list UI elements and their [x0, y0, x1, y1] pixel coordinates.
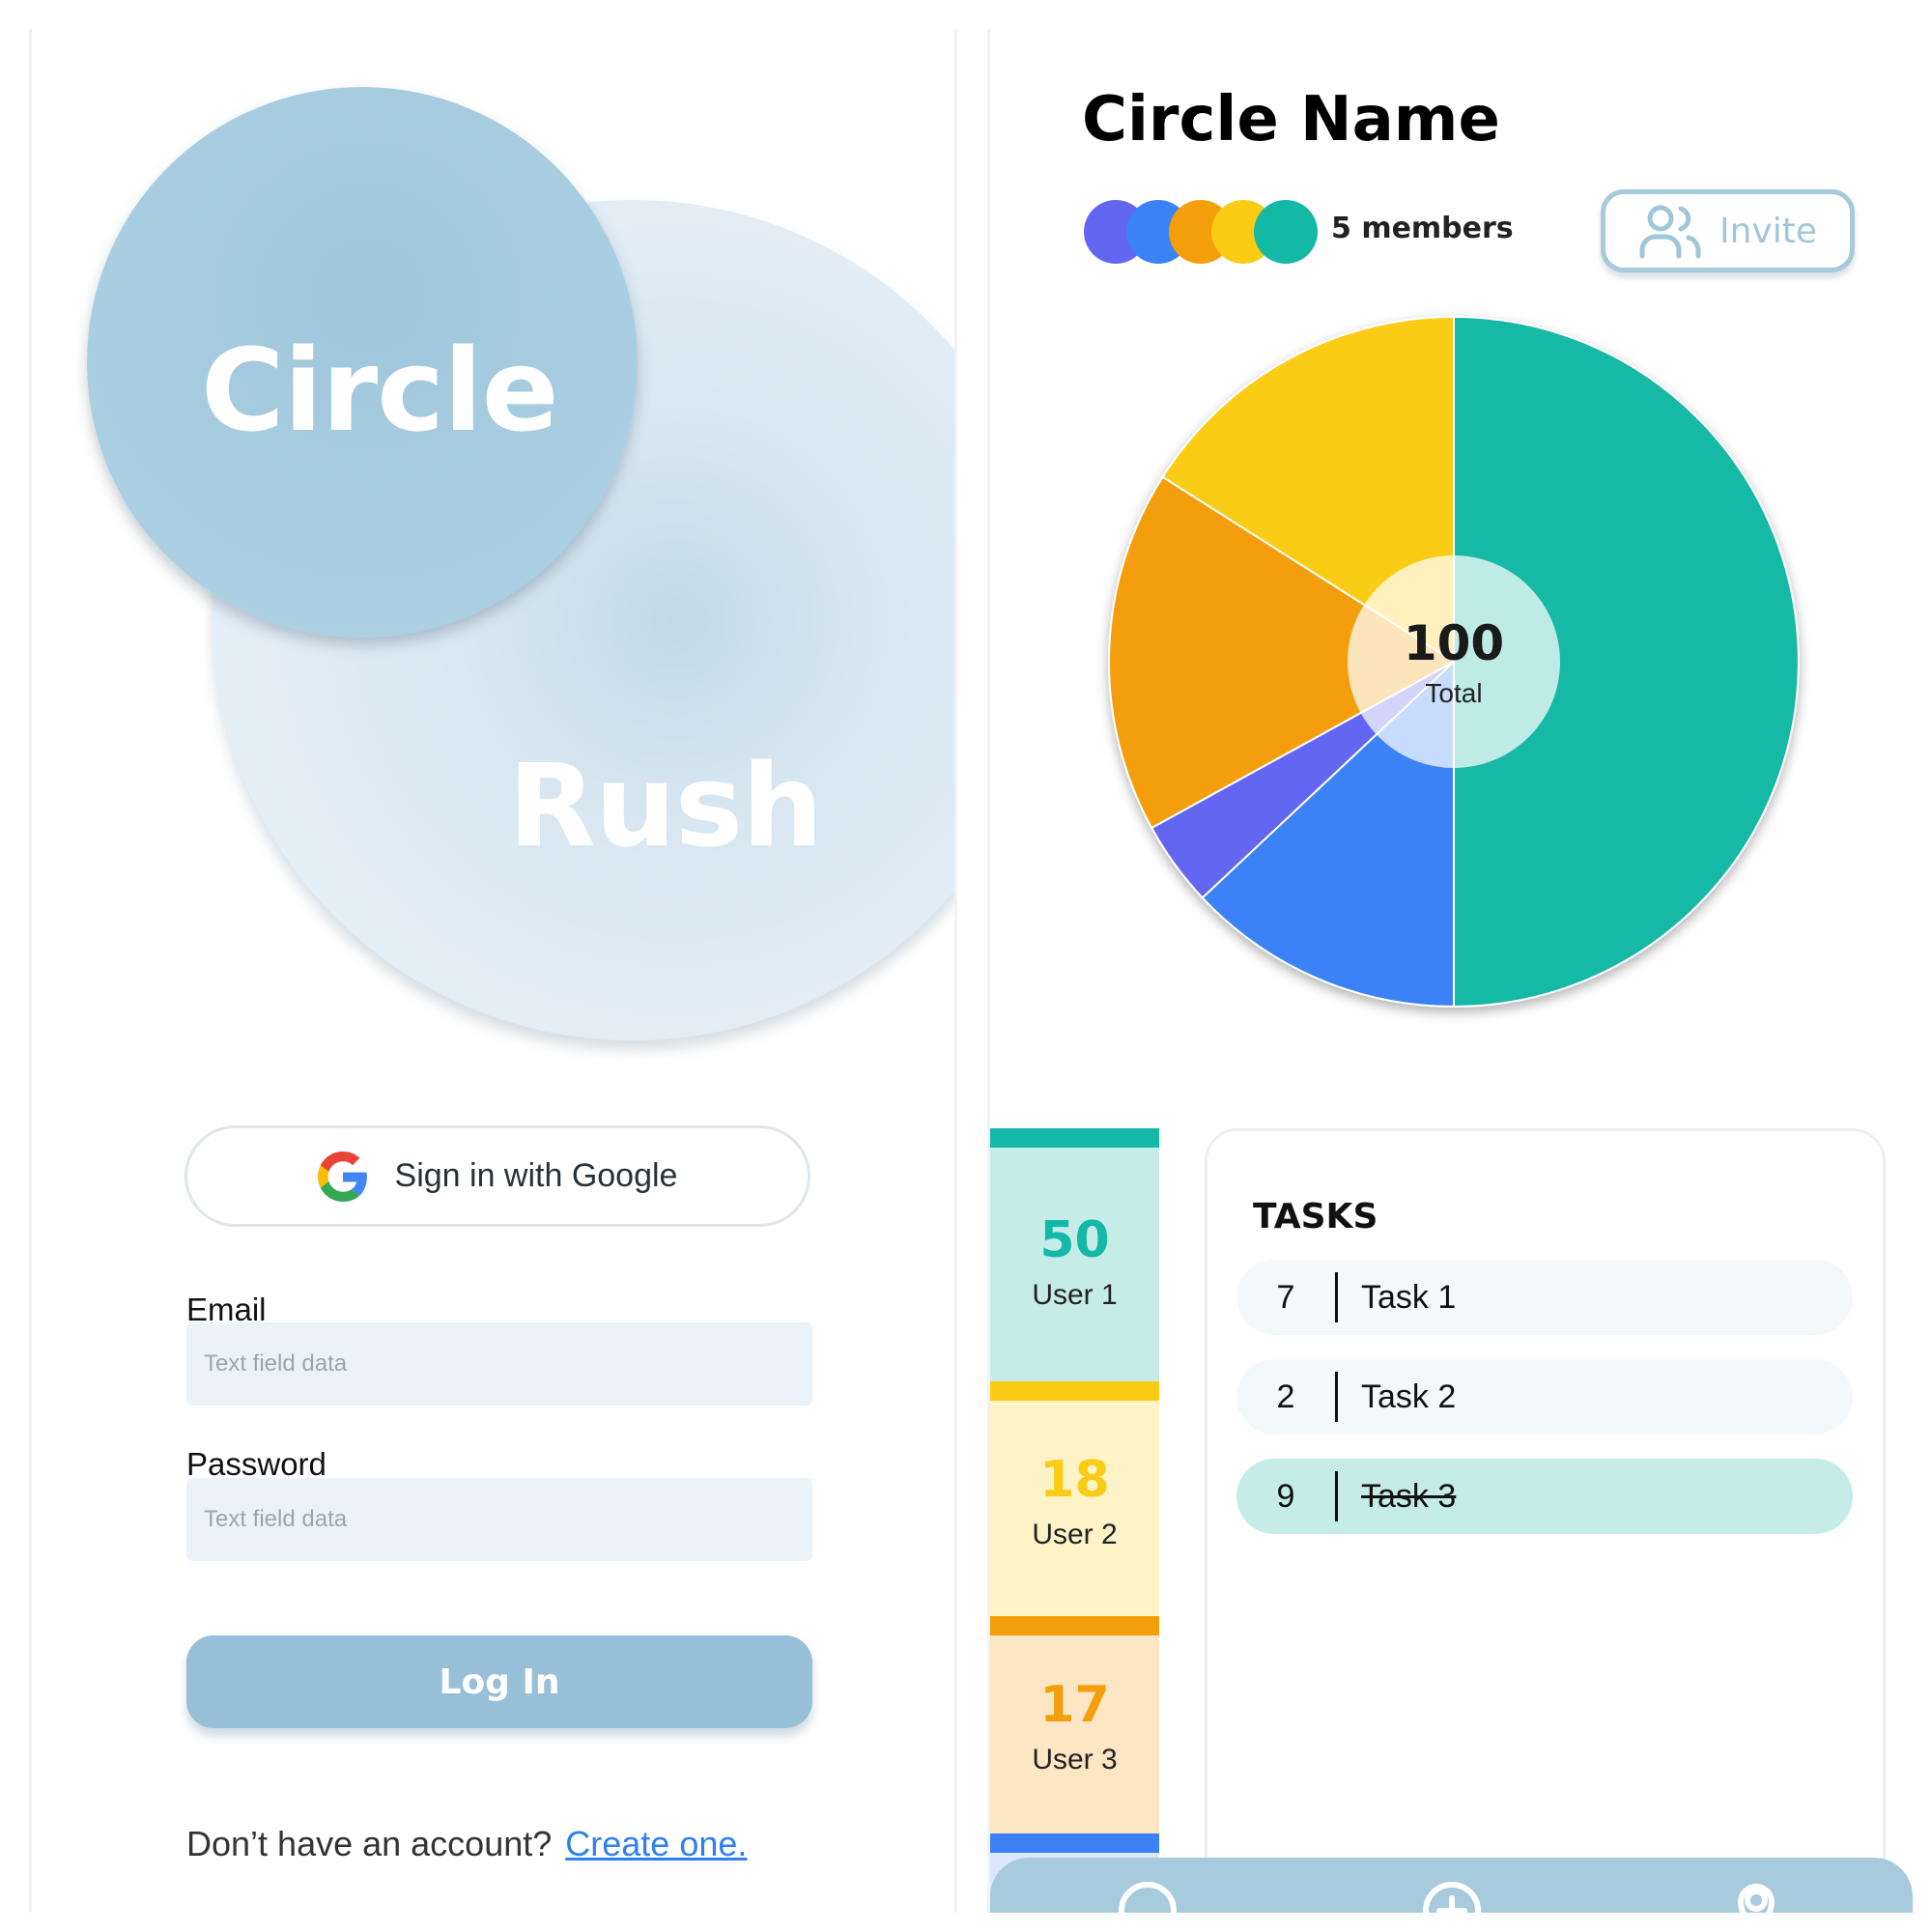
user-color-bar: [990, 1381, 1159, 1401]
logo-text-rush: Rush: [508, 739, 823, 872]
tasks-card: TASKS 7 Task 1 2 Task 2 9 Task 3: [1205, 1128, 1886, 1913]
pie-total-value: 100: [1404, 615, 1504, 671]
task-points: 2: [1276, 1378, 1295, 1415]
task-row[interactable]: 2 Task 2: [1236, 1359, 1853, 1435]
invite-label: Invite: [1719, 211, 1817, 251]
login-screen: Circle Rush Sign in with Google Email Te…: [29, 29, 957, 1913]
password-field[interactable]: Text field data: [186, 1478, 812, 1561]
google-icon: [317, 1151, 367, 1202]
points-pie-chart: 100 Total: [1108, 315, 1800, 1009]
user-score-card[interactable]: 17 User 3: [990, 1616, 1159, 1833]
login-button[interactable]: Log In: [186, 1635, 812, 1728]
user-score: 50: [1039, 1211, 1110, 1269]
user-score: 17: [1039, 1676, 1110, 1734]
user-name: User 2: [1032, 1519, 1118, 1550]
task-divider: [1335, 1372, 1338, 1422]
bottom-navigation: [990, 1858, 1913, 1913]
user-name: User 1: [1032, 1279, 1118, 1311]
signup-prompt: Don’t have an account? Create one.: [186, 1824, 747, 1864]
google-signin-button[interactable]: Sign in with Google: [185, 1125, 810, 1227]
users-icon: [1639, 205, 1701, 259]
google-signin-label: Sign in with Google: [394, 1157, 678, 1194]
home-icon[interactable]: [1116, 1879, 1179, 1913]
task-divider: [1335, 1471, 1338, 1521]
task-points: 9: [1276, 1477, 1295, 1515]
task-row[interactable]: 7 Task 1: [1236, 1260, 1853, 1335]
task-name: Task 2: [1361, 1378, 1457, 1415]
circle-screen: Circle Name 5 members Invite 100 Total 5…: [987, 29, 1916, 1913]
circle-title: Circle Name: [1082, 84, 1500, 156]
user-color-bar: [990, 1833, 1159, 1853]
members-count: 5 members: [1331, 212, 1514, 245]
email-field[interactable]: Text field data: [186, 1322, 812, 1406]
pie-total-label: Total: [1425, 678, 1482, 708]
user-name: User 3: [1032, 1744, 1118, 1776]
avatar: [1254, 200, 1318, 264]
member-avatars[interactable]: [1084, 200, 1318, 266]
create-account-link[interactable]: Create one.: [565, 1824, 747, 1863]
add-icon[interactable]: [1420, 1879, 1484, 1913]
logo-text-circle: Circle: [201, 324, 559, 457]
user-score-card[interactable]: 18 User 2: [990, 1381, 1159, 1616]
task-points: 7: [1276, 1278, 1295, 1316]
user-color-bar: [990, 1616, 1159, 1635]
task-divider: [1335, 1272, 1338, 1322]
user-score: 18: [1039, 1451, 1110, 1509]
user-score-card[interactable]: 50 User 1: [990, 1128, 1159, 1381]
invite-button[interactable]: Invite: [1601, 189, 1855, 272]
tasks-title: TASKS: [1253, 1197, 1378, 1236]
task-row-completed[interactable]: 9 Task 3: [1236, 1459, 1853, 1534]
task-name: Task 3: [1361, 1477, 1457, 1515]
signup-prompt-text: Don’t have an account?: [186, 1824, 553, 1863]
user-color-bar: [990, 1128, 1159, 1148]
task-name: Task 1: [1361, 1278, 1457, 1316]
location-icon[interactable]: [1724, 1879, 1788, 1913]
